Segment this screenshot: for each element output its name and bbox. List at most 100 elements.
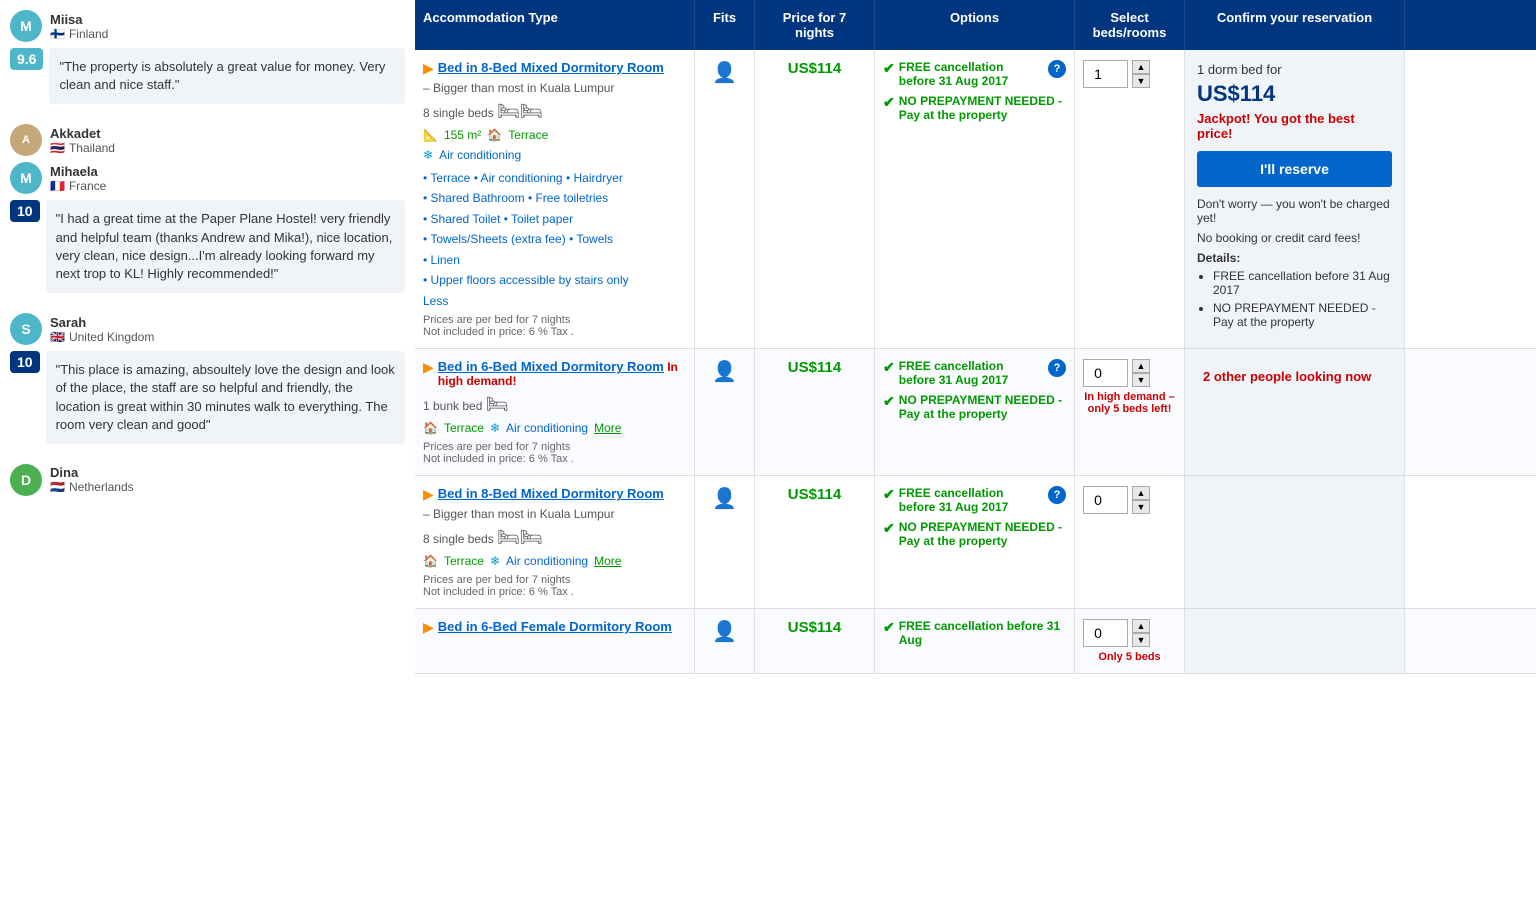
room-title-1[interactable]: Bed in 8-Bed Mixed Dormitory Room — [438, 60, 664, 75]
bed-info-3: 8 single beds 🛏🛏 — [423, 527, 686, 548]
option-free-cancel-4: ✔ FREE cancellation before 31 Aug — [883, 619, 1066, 647]
spinner-2: ▲ ▼ — [1083, 359, 1176, 387]
other-looking-2: 2 other people looking now — [1195, 359, 1394, 394]
reviewer-name-4: Sarah — [50, 315, 154, 330]
room-title-2[interactable]: Bed in 6-Bed Mixed Dormitory Room — [438, 359, 664, 374]
quantity-input-3[interactable] — [1083, 486, 1128, 514]
ac-label-3: Air conditioning — [506, 554, 588, 568]
confirm-cell-2: 2 other people looking now — [1185, 349, 1405, 475]
orange-arrow-2: ▶ — [423, 359, 434, 376]
reviewer-header-1: M Miisa 🇫🇮 Finland — [10, 10, 405, 42]
amenity-icons-2: 🏠 Terrace ❄ Air conditioning More — [423, 421, 686, 435]
info-icon-2a[interactable]: ? — [1048, 359, 1066, 377]
select-cell-4: ▲ ▼ Only 5 beds — [1075, 609, 1185, 673]
accommodation-table: Accommodation Type Fits Price for 7 nigh… — [415, 0, 1536, 903]
ac-icon-3: ❄ — [490, 554, 500, 568]
spinner-down-2[interactable]: ▼ — [1132, 373, 1150, 387]
option-text-3b: NO PREPAYMENT NEEDED - Pay at the proper… — [899, 520, 1066, 548]
header-accommodation-type: Accommodation Type — [415, 0, 695, 50]
spinner-down-3[interactable]: ▼ — [1132, 500, 1150, 514]
option-text-3a: FREE cancellation before 31 Aug 2017 — [899, 486, 1040, 514]
price-cell-4: US$114 — [755, 609, 875, 673]
person-icon-4: 👤 — [712, 621, 737, 643]
header-price: Price for 7 nights — [755, 0, 875, 50]
price-note-3: Prices are per bed for 7 nightsNot inclu… — [423, 574, 686, 598]
spinner-up-2[interactable]: ▲ — [1132, 359, 1150, 373]
header-select: Select beds/rooms — [1075, 0, 1185, 50]
spinner-buttons-4: ▲ ▼ — [1132, 619, 1150, 647]
option-no-prepay-2: ✔ NO PREPAYMENT NEEDED - Pay at the prop… — [883, 393, 1066, 421]
flag-icon-5: 🇳🇱 — [50, 480, 65, 494]
option-free-cancel-2: ✔ FREE cancellation before 31 Aug 2017 ? — [883, 359, 1066, 387]
terrace-icon-3: 🏠 — [423, 554, 438, 568]
no-charge-msg-1: Don't worry — you won't be charged yet! — [1197, 197, 1392, 225]
orange-arrow-3: ▶ — [423, 486, 434, 503]
room-type-cell-2: ▶ Bed in 6-Bed Mixed Dormitory Room In h… — [415, 349, 695, 475]
options-cell-2: ✔ FREE cancellation before 31 Aug 2017 ?… — [875, 349, 1075, 475]
spinner-up-1[interactable]: ▲ — [1132, 60, 1150, 74]
confirm-cell-1: 1 dorm bed for US$114 Jackpot! You got t… — [1185, 50, 1405, 348]
reviewer-country-3: 🇫🇷 France — [50, 179, 106, 193]
select-cell-2: ▲ ▼ In high demand – only 5 beds left! — [1075, 349, 1185, 475]
spinner-up-4[interactable]: ▲ — [1132, 619, 1150, 633]
person-icon-2: 👤 — [712, 361, 737, 383]
option-text-1a: FREE cancellation before 31 Aug 2017 — [899, 60, 1040, 88]
more-link-3[interactable]: More — [594, 554, 621, 568]
reviewer-header-2: A Akkadet 🇹🇭 Thailand — [10, 124, 405, 156]
orange-arrow-4: ▶ — [423, 619, 434, 636]
room-title-link-2[interactable]: ▶ Bed in 6-Bed Mixed Dormitory Room In h… — [423, 359, 686, 388]
score-badge-4: 10 — [10, 351, 40, 373]
spinner-buttons-2: ▲ ▼ — [1132, 359, 1150, 387]
reviewer-name-5: Dina — [50, 465, 134, 480]
room-title-link-3[interactable]: ▶ Bed in 8-Bed Mixed Dormitory Room — [423, 486, 686, 503]
score-badge-1: 9.6 — [10, 48, 43, 70]
price-value-4: US$114 — [788, 619, 841, 636]
reserve-button-1[interactable]: I'll reserve — [1197, 151, 1392, 187]
spinner-buttons-3: ▲ ▼ — [1132, 486, 1150, 514]
options-cell-4: ✔ FREE cancellation before 31 Aug — [875, 609, 1075, 673]
avatar-mihaela: M — [10, 162, 42, 194]
less-link-1[interactable]: Less — [423, 294, 448, 308]
fits-cell-3: 👤 — [695, 476, 755, 608]
price-cell-2: US$114 — [755, 349, 875, 475]
room-title-link-4[interactable]: ▶ Bed in 6-Bed Female Dormitory Room — [423, 619, 686, 636]
reviewer-country-5: 🇳🇱 Netherlands — [50, 480, 134, 494]
quantity-input-2[interactable] — [1083, 359, 1128, 387]
demand-note-2: In high demand – only 5 beds left! — [1083, 391, 1176, 415]
quantity-input-4[interactable] — [1083, 619, 1128, 647]
flag-icon-1: 🇫🇮 — [50, 27, 65, 41]
spinner-down-1[interactable]: ▼ — [1132, 74, 1150, 88]
avatar-sarah: S — [10, 313, 42, 345]
ac-icon-1: ❄ — [423, 148, 433, 162]
option-text-4a: FREE cancellation before 31 Aug — [899, 619, 1066, 647]
select-cell-3: ▲ ▼ — [1075, 476, 1185, 608]
price-value-1: US$114 — [788, 60, 841, 77]
options-cell-3: ✔ FREE cancellation before 31 Aug 2017 ?… — [875, 476, 1075, 608]
table-row-1: ▶ Bed in 8-Bed Mixed Dormitory Room – Bi… — [415, 50, 1536, 349]
reviews-sidebar: M Miisa 🇫🇮 Finland 9.6 "The property is … — [0, 0, 415, 903]
terrace-icon-1: 🏠 — [487, 128, 502, 142]
ac-icon-row-1: ❄ Air conditioning — [423, 148, 686, 162]
check-icon-3a: ✔ — [883, 486, 895, 503]
price-note-2: Prices are per bed for 7 nightsNot inclu… — [423, 441, 686, 465]
spinner-down-4[interactable]: ▼ — [1132, 633, 1150, 647]
reviewer-name-2: Akkadet — [50, 126, 115, 141]
fits-cell-2: 👤 — [695, 349, 755, 475]
header-confirm: Confirm your reservation — [1185, 0, 1405, 50]
more-link-2[interactable]: More — [594, 421, 621, 435]
flag-icon-4: 🇬🇧 — [50, 330, 65, 344]
quantity-input-1[interactable] — [1083, 60, 1128, 88]
info-icon-1a[interactable]: ? — [1048, 60, 1066, 78]
flag-icon-3: 🇫🇷 — [50, 179, 65, 193]
options-cell-1: ✔ FREE cancellation before 31 Aug 2017 ?… — [875, 50, 1075, 348]
spinner-up-3[interactable]: ▲ — [1132, 486, 1150, 500]
room-title-3[interactable]: Bed in 8-Bed Mixed Dormitory Room — [438, 486, 664, 501]
check-icon-2a: ✔ — [883, 359, 895, 376]
detail-item-1b: NO PREPAYMENT NEEDED - Pay at the proper… — [1213, 301, 1392, 329]
room-title-4[interactable]: Bed in 6-Bed Female Dormitory Room — [438, 619, 672, 634]
room-type-cell-4: ▶ Bed in 6-Bed Female Dormitory Room — [415, 609, 695, 673]
person-icon-1: 👤 — [712, 62, 737, 84]
info-icon-3a[interactable]: ? — [1048, 486, 1066, 504]
room-title-link-1[interactable]: ▶ Bed in 8-Bed Mixed Dormitory Room — [423, 60, 686, 77]
table-row-2: ▶ Bed in 6-Bed Mixed Dormitory Room In h… — [415, 349, 1536, 476]
